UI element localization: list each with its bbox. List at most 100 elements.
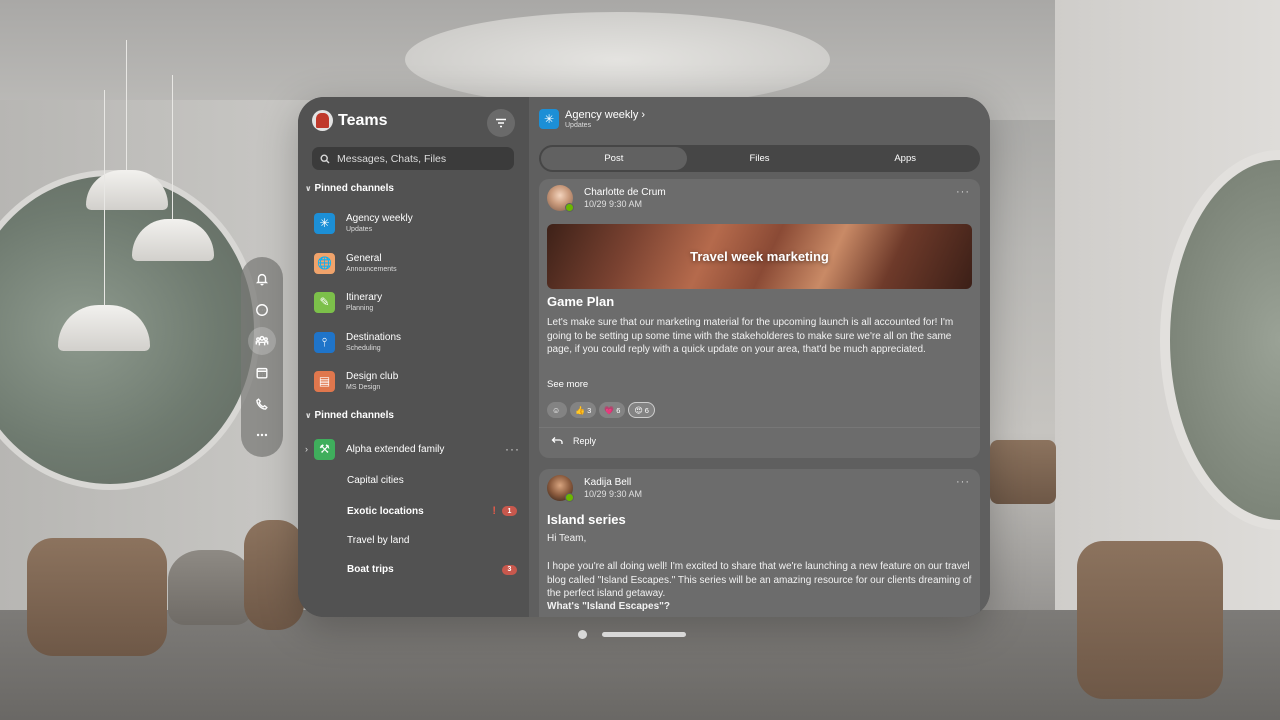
- channel-list-pane: Teams ∨ Pinned channels ✳ Agency weekly U…: [298, 97, 529, 617]
- rail-chat-button[interactable]: [248, 296, 276, 324]
- chat-icon: [256, 304, 268, 316]
- avatar[interactable]: [547, 185, 574, 212]
- see-more-link[interactable]: See more: [547, 379, 588, 390]
- banner-title: Travel week marketing: [690, 249, 829, 264]
- channel-item-itinerary[interactable]: ✎ Itinerary Planning: [314, 287, 514, 317]
- phone-icon: [256, 398, 268, 410]
- channel-title: Agency weekly ›: [565, 109, 646, 121]
- window-grabber[interactable]: [602, 632, 686, 637]
- heart-eyes-icon: 😍: [634, 405, 643, 415]
- pinned-channels-header[interactable]: ∨ Pinned channels: [305, 183, 394, 194]
- heart-icon: 💗: [604, 405, 615, 415]
- tab-files[interactable]: Files: [687, 147, 833, 170]
- user-avatar-icon[interactable]: [312, 110, 333, 131]
- pinned-channels-header-2[interactable]: ∨ Pinned channels: [305, 410, 394, 421]
- subchannel-exotic-locations[interactable]: Exotic locations ! 1: [347, 505, 517, 517]
- rail-activity-button[interactable]: [248, 265, 276, 293]
- channel-item-destinations[interactable]: ⫯ Destinations Scheduling: [314, 327, 514, 357]
- channel-item-design-club[interactable]: ▤ Design club MS Design: [314, 366, 514, 396]
- author-name: Kadija Bell: [584, 477, 632, 488]
- lamp-cord: [126, 40, 127, 170]
- side-rail: [241, 257, 283, 457]
- teams-icon: [255, 336, 269, 346]
- add-reaction-button[interactable]: ☺: [547, 402, 568, 418]
- reply-icon: [551, 437, 563, 444]
- subchannel-boat-trips[interactable]: Boat trips 3: [347, 564, 517, 575]
- divider: [539, 427, 980, 428]
- subchannel-capital-cities[interactable]: Capital cities: [347, 475, 517, 486]
- channel-subtitle: Updates: [565, 122, 592, 129]
- channel-sub: Updates: [346, 226, 373, 233]
- reaction-heart[interactable]: 💗 6: [599, 402, 626, 418]
- lamp-cord: [172, 75, 173, 220]
- post-banner-image[interactable]: Travel week marketing: [547, 224, 972, 289]
- tools-icon: ⚒: [314, 438, 335, 460]
- chevron-right-icon: ›: [305, 444, 308, 454]
- window-close-dot[interactable]: [578, 630, 587, 639]
- rail-calendar-button[interactable]: [248, 359, 276, 387]
- filter-icon: [496, 118, 506, 128]
- snowflake-icon: ✳: [539, 109, 559, 129]
- more-icon: [256, 434, 268, 437]
- channel-sub: MS Design: [346, 384, 381, 391]
- conversation-pane: ✳ Agency weekly › Updates Post Files App…: [529, 97, 990, 617]
- post-more-button[interactable]: ···: [956, 476, 970, 488]
- tab-post[interactable]: Post: [541, 147, 687, 170]
- presence-available-icon: [565, 493, 574, 502]
- rail-more-button[interactable]: [248, 421, 276, 449]
- post-timestamp: 10/29 9:30 AM: [584, 489, 643, 499]
- channel-name: Itinerary: [346, 292, 383, 303]
- filter-button[interactable]: [487, 109, 515, 137]
- armchair: [27, 538, 167, 656]
- chevron-down-icon: ∨: [305, 184, 312, 193]
- bell-icon: [255, 273, 269, 286]
- reaction-count: 6: [644, 405, 649, 415]
- post-card: Charlotte de Crum 10/29 9:30 AM ··· Trav…: [539, 179, 980, 458]
- armchair: [244, 520, 304, 630]
- team-item-alpha-extended-family[interactable]: › ⚒ Alpha extended family ···: [305, 437, 520, 461]
- avatar[interactable]: [547, 475, 574, 502]
- unread-badge: 3: [502, 564, 517, 575]
- tab-apps[interactable]: Apps: [832, 147, 978, 170]
- ceiling-dome: [405, 12, 830, 107]
- post-card: Kadija Bell 10/29 9:30 AM ··· Island ser…: [539, 469, 980, 617]
- channel-item-general[interactable]: 🌐 General Announcements: [314, 248, 514, 278]
- post-body: Let's make sure that our marketing mater…: [547, 317, 954, 356]
- post-more-button[interactable]: ···: [956, 186, 970, 198]
- book-icon: ▤: [314, 370, 335, 392]
- post-title: Island series: [547, 512, 626, 527]
- reaction-heart-eyes[interactable]: 😍 6: [628, 402, 655, 418]
- channel-header[interactable]: ✳ Agency weekly › Updates: [539, 109, 645, 129]
- search-bar[interactable]: [312, 147, 514, 170]
- search-icon: [320, 153, 330, 163]
- sofa: [990, 440, 1056, 504]
- team-more-button[interactable]: ···: [505, 442, 520, 456]
- subchannel-travel-by-land[interactable]: Travel by land: [347, 535, 517, 546]
- rail-teams-button[interactable]: [248, 327, 276, 356]
- author-name: Charlotte de Crum: [584, 187, 666, 198]
- reply-button[interactable]: Reply: [551, 436, 596, 446]
- channel-item-agency-weekly[interactable]: ✳ Agency weekly Updates: [314, 208, 514, 238]
- post-header: Kadija Bell 10/29 9:30 AM: [547, 475, 643, 502]
- pin-icon: ⫯: [314, 331, 335, 353]
- team-name: Alpha extended family: [346, 443, 445, 455]
- teams-window: Teams ∨ Pinned channels ✳ Agency weekly U…: [298, 97, 990, 617]
- thumbs-up-icon: 👍: [575, 405, 586, 415]
- channel-sub: Announcements: [346, 266, 397, 273]
- channel-name: General: [346, 253, 382, 264]
- lamp-cord: [104, 90, 105, 305]
- post-body: I hope you're all doing well! I'm excite…: [547, 561, 972, 600]
- reaction-like[interactable]: 👍 3: [570, 402, 597, 418]
- app-title: Teams: [338, 111, 388, 129]
- post-title: Game Plan: [547, 294, 615, 309]
- snowflake-icon: ✳: [314, 212, 335, 234]
- globe-icon: 🌐: [314, 252, 335, 274]
- calendar-icon: [256, 367, 268, 379]
- channel-name: Agency weekly: [346, 213, 413, 224]
- rail-calls-button[interactable]: [248, 390, 276, 418]
- presence-available-icon: [565, 203, 574, 212]
- channel-sub: Planning: [346, 305, 374, 312]
- channel-name: Design club: [346, 371, 399, 382]
- smiley-icon: ☺: [552, 405, 561, 415]
- search-input[interactable]: [337, 152, 507, 165]
